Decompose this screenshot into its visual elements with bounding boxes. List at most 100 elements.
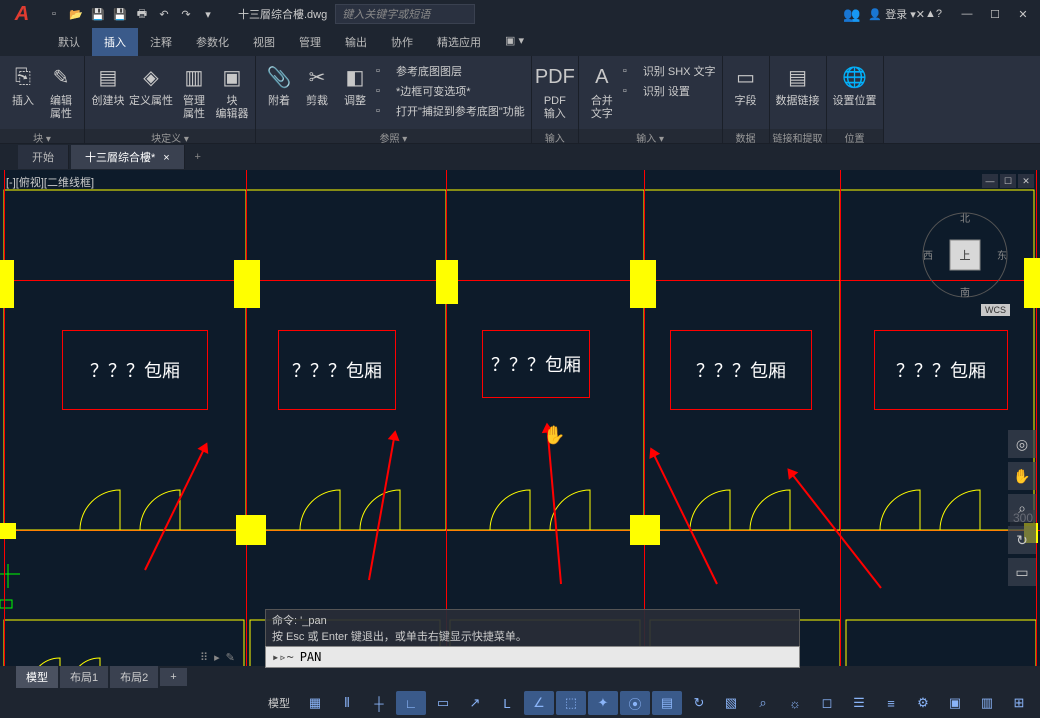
orbit-tool-icon[interactable]: ↻ (1008, 526, 1036, 554)
layout-tab[interactable]: 布局2 (110, 666, 158, 688)
new-tab-button[interactable]: + (187, 151, 209, 163)
ribbon-button[interactable]: ✎编辑属性 (44, 59, 78, 121)
pan-tool-icon[interactable]: ✋ (1008, 462, 1036, 490)
ribbon-small-button[interactable]: ▫打开"捕捉到参考底图"功能 (376, 101, 525, 121)
vp-restore-icon[interactable]: ☐ (1000, 174, 1016, 188)
status-toggle-6[interactable]: L (492, 691, 522, 715)
compass-s: 南 (960, 286, 970, 299)
command-config-icon[interactable]: ▸ (214, 651, 220, 664)
command-input[interactable] (300, 650, 799, 664)
status-toggle-4[interactable]: ▭ (428, 691, 458, 715)
qat-dropdown-icon[interactable]: ▾ (198, 4, 218, 24)
steering-wheel-icon[interactable]: ◎ (1008, 430, 1036, 458)
ribbon-button[interactable]: A合并文字 (585, 59, 619, 121)
ribbon-button[interactable]: ⎘插入 (6, 59, 40, 108)
ribbon-extra-icon[interactable]: ▣ ▾ (493, 28, 536, 56)
ribbon-button[interactable]: ✂剪裁 (300, 59, 334, 108)
login-button[interactable]: 👤 登录 ▾ (868, 6, 915, 22)
command-custom-icon[interactable]: ✎ (226, 651, 235, 664)
ribbon-button[interactable]: 📎附着 (262, 59, 296, 108)
status-toggle-2[interactable]: ┼ (364, 691, 394, 715)
status-toggle-17[interactable]: ☰ (844, 691, 874, 715)
ribbon-small-button[interactable]: ▫识别 SHX 文字 (623, 61, 716, 81)
ribbon-button[interactable]: 🌐设置位置 (833, 59, 877, 108)
open-icon[interactable]: 📂 (66, 4, 86, 24)
ribbon-tab-4[interactable]: 视图 (241, 28, 287, 56)
layout-tab[interactable]: 模型 (16, 666, 58, 688)
status-toggle-3[interactable]: ∟ (396, 691, 426, 715)
close-button[interactable]: ✕ (1010, 4, 1036, 24)
room-label-box: ？？？包厢 (482, 330, 590, 398)
status-toggle-15[interactable]: ☼ (780, 691, 810, 715)
help-search-input[interactable]: 键入关键字或短语 (335, 4, 475, 24)
ribbon-tab-2[interactable]: 注释 (138, 28, 184, 56)
status-toggle-7[interactable]: ∠ (524, 691, 554, 715)
status-toggle-13[interactable]: ▧ (716, 691, 746, 715)
plot-icon[interactable]: 🖶 (132, 4, 152, 24)
document-title: 十三層综合樓.dwg (238, 6, 327, 22)
ribbon-button[interactable]: ◧调整 (338, 59, 372, 108)
status-toggle-14[interactable]: ⌕ (748, 691, 778, 715)
column-marker (630, 515, 660, 545)
add-layout-button[interactable]: + (160, 668, 186, 686)
ribbon-tab-1[interactable]: 插入 (92, 28, 138, 56)
new-icon[interactable]: ▫ (44, 4, 64, 24)
command-drag-icon[interactable]: ⠿ (200, 651, 208, 664)
command-input-row[interactable]: ▸▹~ (265, 646, 800, 668)
vp-minimize-icon[interactable]: — (982, 174, 998, 188)
ribbon-button[interactable]: ▥管理属性 (177, 59, 211, 121)
ribbon-button[interactable]: ▤创建块 (91, 59, 125, 108)
ribbon-tab-5[interactable]: 管理 (287, 28, 333, 56)
layout-tab[interactable]: 布局1 (60, 666, 108, 688)
community-icon[interactable]: ▲ (925, 8, 936, 20)
save-icon[interactable]: 💾 (88, 4, 108, 24)
vp-close-icon[interactable]: ✕ (1018, 174, 1034, 188)
redo-icon[interactable]: ↷ (176, 4, 196, 24)
status-toggle-9[interactable]: ✦ (588, 691, 618, 715)
viewport-label[interactable]: [-][俯视][二维线框] (6, 174, 94, 190)
infocenter-icon[interactable]: 👥 (843, 6, 860, 23)
document-tab[interactable]: 开始 (18, 145, 69, 169)
ribbon-small-button[interactable]: ▫识别 设置 (623, 81, 716, 101)
status-toggle-20[interactable]: ▣ (940, 691, 970, 715)
document-tab[interactable]: 十三層综合樓*× (71, 145, 185, 169)
showmotion-icon[interactable]: ▭ (1008, 558, 1036, 586)
undo-icon[interactable]: ↶ (154, 4, 174, 24)
ribbon-tab-3[interactable]: 参数化 (184, 28, 241, 56)
status-toggle-10[interactable]: ⦿ (620, 691, 650, 715)
tab-close-icon[interactable]: × (163, 152, 169, 164)
status-toggle-0[interactable]: ▦ (300, 691, 330, 715)
status-toggle-21[interactable]: ▥ (972, 691, 1002, 715)
status-toggle-11[interactable]: ▤ (652, 691, 682, 715)
zoom-tool-icon[interactable]: ⌕ (1008, 494, 1036, 522)
status-toggle-12[interactable]: ↻ (684, 691, 714, 715)
exchange-icon[interactable]: ✕ (916, 8, 925, 21)
ribbon-button[interactable]: ◈定义属性 (129, 59, 173, 108)
status-toggle-8[interactable]: ⬚ (556, 691, 586, 715)
saveas-icon[interactable]: 💾 (110, 4, 130, 24)
status-toggle-22[interactable]: ⊞ (1004, 691, 1034, 715)
ribbon-small-button[interactable]: ▫参考底图图层 (376, 61, 525, 81)
ribbon-small-button[interactable]: ▫*边框可变选项* (376, 81, 525, 101)
status-toggle-5[interactable]: ↗ (460, 691, 490, 715)
minimize-button[interactable]: — (954, 4, 980, 24)
ribbon-button[interactable]: ▣块编辑器 (215, 59, 249, 121)
maximize-button[interactable]: ☐ (982, 4, 1008, 24)
status-toggle-1[interactable]: ⫴ (332, 691, 362, 715)
wcs-label[interactable]: WCS (981, 304, 1010, 316)
ribbon-tab-0[interactable]: 默认 (46, 28, 92, 56)
ribbon-button[interactable]: ▤数据链接 (776, 59, 820, 108)
viewcube[interactable]: 上 北 南 东 西 WCS (920, 210, 1010, 300)
app-logo: A (4, 0, 40, 28)
ribbon-button[interactable]: PDFPDF输入 (538, 59, 572, 121)
help-icon[interactable]: ? (936, 8, 942, 20)
status-toggle-19[interactable]: ⚙ (908, 691, 938, 715)
status-toggle-18[interactable]: ≡ (876, 691, 906, 715)
ribbon-tab-6[interactable]: 输出 (333, 28, 379, 56)
status-toggle-16[interactable]: ◻ (812, 691, 842, 715)
ribbon-button[interactable]: ▭字段 (729, 59, 763, 108)
ribbon-tab-8[interactable]: 精选应用 (425, 28, 493, 56)
compass-w: 西 (923, 251, 933, 262)
model-space-button[interactable]: 模型 (260, 695, 298, 711)
ribbon-tab-7[interactable]: 协作 (379, 28, 425, 56)
